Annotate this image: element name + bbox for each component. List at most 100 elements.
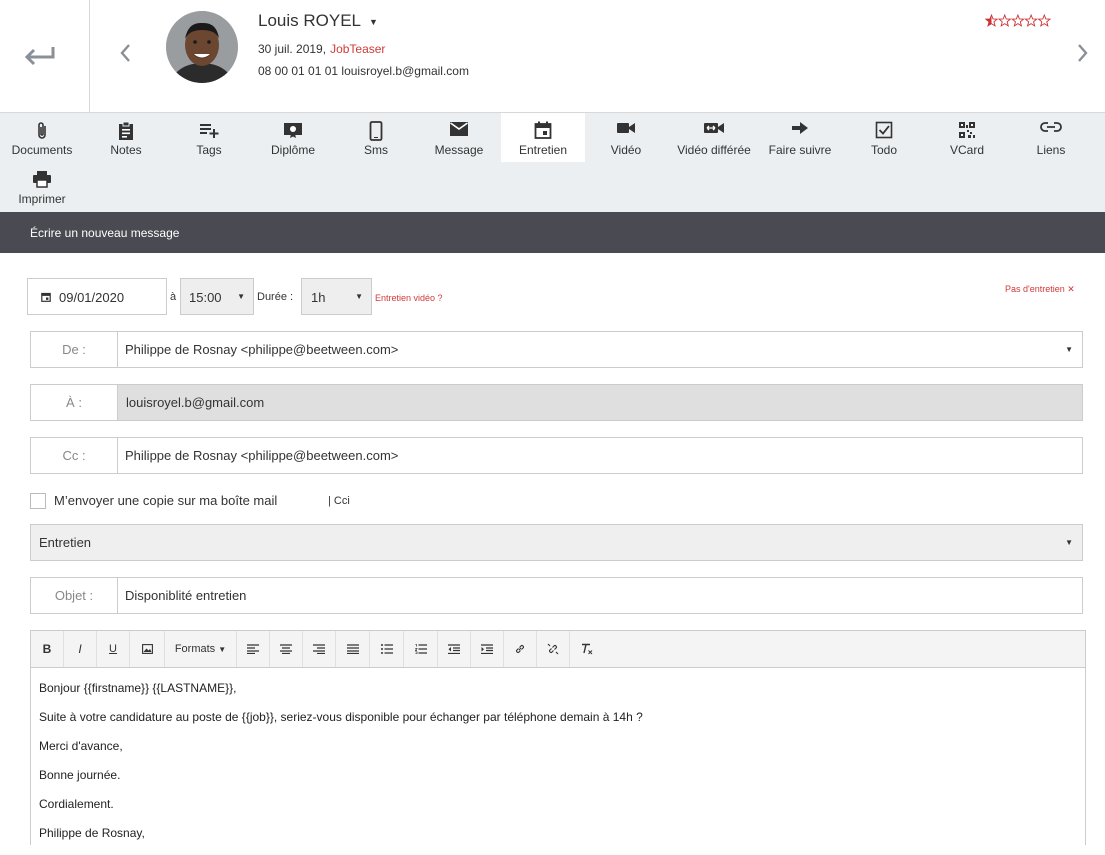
from-field[interactable]: De : Philippe de Rosnay <philippe@beetwe… [30,331,1083,368]
cc-label: Cc : [31,438,118,473]
caret-down-icon: ▼ [1065,345,1073,354]
tool-video[interactable]: Vidéo [584,113,668,162]
star-3[interactable] [1011,13,1025,27]
body-line: Merci d'avance, [39,739,123,753]
tool-tags[interactable]: Tags [167,113,251,162]
duration-label: Durée : [257,291,294,303]
formats-dropdown[interactable]: Formats ▼ [165,631,237,667]
insert-image-button[interactable] [130,631,165,667]
back-button[interactable] [0,0,90,112]
interview-duration-select[interactable]: 1h ▼ [301,278,372,315]
video-camera-icon [617,123,635,133]
subject-field[interactable]: Objet : Disponiblité entretien [30,577,1083,614]
star-4[interactable] [1024,13,1038,27]
underline-button[interactable]: U [97,631,130,667]
to-field[interactable]: À : louisroyel.b@gmail.com [30,384,1083,421]
align-right-icon [313,644,325,655]
caret-down-icon: ▼ [369,16,378,27]
caret-down-icon: ▼ [237,292,245,301]
next-candidate-button[interactable] [1076,42,1090,67]
tool-liens[interactable]: Liens [1009,113,1093,162]
image-icon [141,644,153,655]
message-editor: B I U Formats ▼ Bonjour {{firstname}} {{… [30,630,1086,845]
calendar-small-icon [41,292,51,302]
tool-documents[interactable]: Documents [0,113,84,162]
numbered-list-button[interactable] [404,631,438,667]
send-copy-label[interactable]: M’envoyer une copie sur ma boîte mail [54,493,277,508]
indent-button[interactable] [471,631,504,667]
tool-notes[interactable]: Notes [84,113,168,162]
certificate-icon [284,123,302,138]
interview-time-value: 15:00 [189,290,222,305]
align-right-button[interactable] [303,631,336,667]
section-title: Écrire un nouveau message [30,226,180,240]
video-interview-link[interactable]: Entretien vidéo ? [375,293,443,303]
previous-candidate-button[interactable] [118,42,132,67]
tool-faire-suivre[interactable]: Faire suivre [759,113,841,162]
tool-video-differee[interactable]: Vidéo différée [668,113,760,162]
candidate-name-dropdown[interactable]: Louis ROYEL ▼ [258,11,378,31]
candidate-contact: 08 00 01 01 01 louisroyel.b@gmail.com [258,64,469,78]
outdent-icon [448,644,460,655]
formats-label: Formats [174,643,216,655]
send-copy-checkbox[interactable] [30,493,46,509]
bullet-list-button[interactable] [370,631,404,667]
envelope-icon [450,122,468,136]
italic-button[interactable]: I [64,631,97,667]
tool-sms[interactable]: Sms [334,113,418,162]
star-2[interactable] [997,13,1012,27]
caret-down-icon: ▼ [218,645,227,654]
tool-vcard[interactable]: VCard [925,113,1009,162]
printer-icon [33,171,51,188]
tool-message[interactable]: Message [417,113,501,162]
align-justify-button[interactable] [336,631,370,667]
chevron-left-icon [120,44,130,62]
rating-stars[interactable] [984,13,1053,31]
tool-imprimer[interactable]: Imprimer [0,162,84,211]
bold-button[interactable]: B [31,631,64,667]
interview-duration-value: 1h [311,290,326,305]
tool-todo[interactable]: Todo [842,113,926,162]
star-1[interactable] [984,13,999,27]
to-value: louisroyel.b@gmail.com [126,395,265,410]
clear-formatting-button[interactable] [570,631,603,667]
candidate-source[interactable]: JobTeaser [330,42,385,56]
align-justify-icon [346,644,359,655]
back-arrow-icon [24,47,55,66]
checkbox-icon [875,121,893,139]
indent-icon [481,644,493,655]
unlink-icon [547,643,559,655]
tool-diplome[interactable]: Diplôme [251,113,335,162]
candidate-name: Louis ROYEL [258,11,361,30]
template-select[interactable]: Entretien ▼ [30,524,1083,561]
cc-field[interactable]: Cc : Philippe de Rosnay <philippe@beetwe… [30,437,1083,474]
body-line: Philippe de Rosnay, [39,826,145,840]
cci-link[interactable]: | Cci [328,495,350,507]
align-center-button[interactable] [270,631,303,667]
subject-label: Objet : [31,578,118,613]
action-toolbar: Documents Notes Tags Diplôme Sms Message… [0,113,1105,212]
insert-link-button[interactable] [504,631,537,667]
interview-time-select[interactable]: 15:00 ▼ [180,278,254,315]
section-title-bar: Écrire un nouveau message [0,212,1105,253]
align-center-icon [280,644,292,655]
star-5[interactable] [1037,13,1052,27]
cc-value: Philippe de Rosnay <philippe@beetween.co… [125,448,399,463]
candidate-meta: 30 juil. 2019, JobTeaser [258,42,385,56]
no-interview-link[interactable]: Pas d'entretien ✕ [1005,284,1075,295]
outdent-button[interactable] [438,631,471,667]
avatar[interactable] [166,11,238,83]
editor-toolbar: B I U Formats ▼ [31,631,1085,668]
align-left-button[interactable] [237,631,270,667]
body-line: Suite à votre candidature au poste de {{… [39,710,643,724]
tool-entretien[interactable]: Entretien [501,113,585,162]
interview-date-input[interactable]: 09/01/2020 [27,278,167,315]
forward-arrow-icon [792,122,808,134]
editor-body[interactable]: Bonjour {{firstname}} {{LASTNAME}}, Suit… [39,681,643,855]
subject-value: Disponiblité entretien [125,588,247,603]
remove-link-button[interactable] [537,631,570,667]
interview-date-value: 09/01/2020 [59,290,125,305]
template-value: Entretien [39,535,92,550]
avatar-photo [166,11,238,83]
playlist-add-icon [200,124,219,138]
